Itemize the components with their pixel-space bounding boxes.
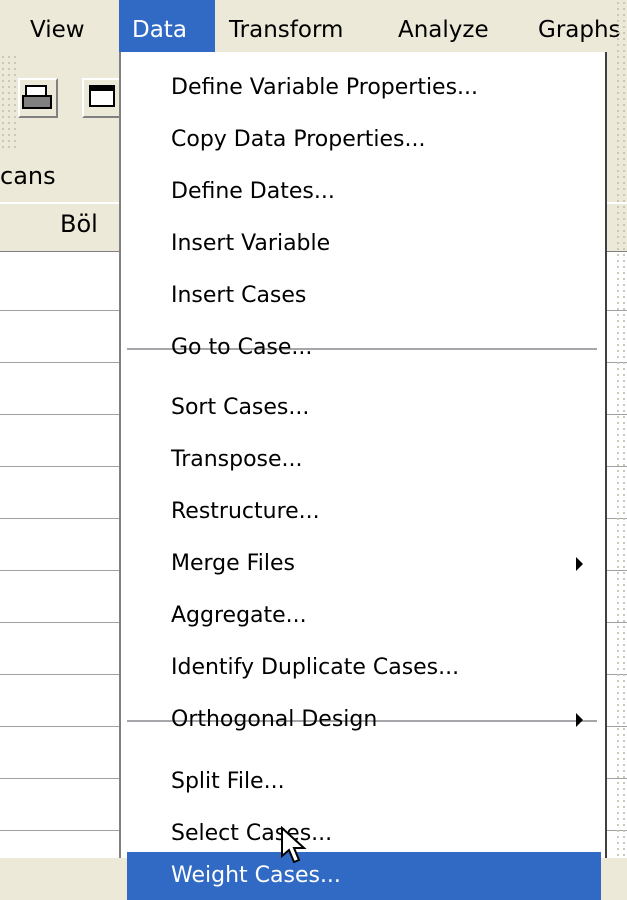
menu-item-label: Copy Data Properties...: [171, 127, 426, 152]
menu-item-define-variable-properties[interactable]: Define Variable Properties...: [121, 62, 605, 114]
menu-item-restructure[interactable]: Restructure...: [121, 486, 605, 538]
grid-row-line: [0, 778, 120, 779]
menu-item-weight-cases[interactable]: Weight Cases...: [127, 852, 601, 900]
backdrop-edge-right: [615, 0, 627, 858]
grid-row-line: [0, 362, 120, 363]
menu-item-label: Insert Cases: [171, 283, 307, 308]
printer-icon[interactable]: [18, 78, 58, 118]
menu-item-insert-cases[interactable]: Insert Cases: [121, 270, 605, 322]
submenu-arrow-icon: [576, 713, 583, 727]
dialog-recall-icon[interactable]: [82, 78, 122, 118]
menu-item-label: Transpose...: [171, 447, 303, 472]
grid-row-line: [0, 622, 120, 623]
row-label-partial: cans: [0, 162, 56, 190]
grid-row-line: [0, 570, 120, 571]
menu-data[interactable]: Data: [119, 0, 215, 52]
grid-row-line: [0, 310, 120, 311]
menu-transform[interactable]: Transform: [215, 0, 357, 52]
mouse-pointer-icon: [281, 826, 307, 864]
submenu-arrow-icon: [576, 557, 583, 571]
menu-item-label: Define Dates...: [171, 179, 335, 204]
menu-item-label: Sort Cases...: [171, 395, 310, 420]
menu-item-label: Define Variable Properties...: [171, 75, 479, 100]
menu-item-label: Orthogonal Design: [171, 707, 378, 732]
grid-row-line: [0, 674, 120, 675]
menu-item-label: Go to Case...: [171, 335, 313, 360]
grid-row-line: [0, 466, 120, 467]
menu-item-orthogonal-design[interactable]: Orthogonal Design: [121, 694, 605, 746]
column-header-partial: Böl: [60, 210, 98, 238]
menu-item-transpose[interactable]: Transpose...: [121, 434, 605, 486]
menu-item-label: Weight Cases...: [171, 863, 341, 888]
menu-item-insert-variable[interactable]: Insert Variable: [121, 218, 605, 270]
menubar: View Data Transform Analyze Graphs: [0, 0, 627, 52]
menu-item-label: Identify Duplicate Cases...: [171, 655, 460, 680]
menu-item-merge-files[interactable]: Merge Files: [121, 538, 605, 590]
grid-row-line: [0, 726, 120, 727]
menu-item-copy-data-properties[interactable]: Copy Data Properties...: [121, 114, 605, 166]
menu-item-split-file[interactable]: Split File...: [121, 756, 605, 808]
menu-graphs[interactable]: Graphs: [524, 0, 627, 52]
grid-row-line: [0, 830, 120, 831]
menu-analyze[interactable]: Analyze: [384, 0, 503, 52]
menu-item-go-to-case[interactable]: Go to Case...: [121, 322, 605, 374]
menu-item-define-dates[interactable]: Define Dates...: [121, 166, 605, 218]
menu-item-label: Insert Variable: [171, 231, 331, 256]
menu-item-label: Split File...: [171, 769, 285, 794]
menu-item-identify-duplicate-cases[interactable]: Identify Duplicate Cases...: [121, 642, 605, 694]
menu-item-sort-cases[interactable]: Sort Cases...: [121, 382, 605, 434]
menu-item-aggregate[interactable]: Aggregate...: [121, 590, 605, 642]
grid-row-line: [0, 518, 120, 519]
menu-view[interactable]: View: [16, 0, 99, 52]
menu-item-label: Merge Files: [171, 551, 295, 576]
menu-item-label: Aggregate...: [171, 603, 307, 628]
grid-row-line: [0, 414, 120, 415]
menu-item-label: Restructure...: [171, 499, 320, 524]
data-menu-dropdown: Define Variable Properties... Copy Data P…: [119, 52, 607, 900]
